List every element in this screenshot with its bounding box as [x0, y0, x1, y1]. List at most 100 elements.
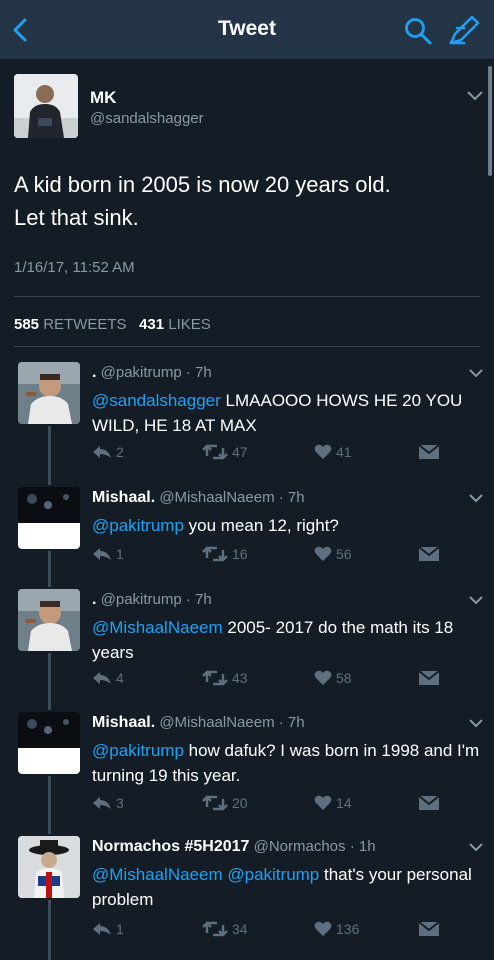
reply-button[interactable]: 3: [92, 795, 124, 811]
reply-count: 4: [116, 670, 124, 686]
dm-icon: [418, 670, 440, 686]
mention-link[interactable]: @MishaalNaeem: [92, 618, 223, 637]
retweet-button[interactable]: 47: [202, 444, 248, 460]
retweet-icon: [202, 546, 228, 562]
compose-icon[interactable]: [448, 14, 482, 46]
thread-line: [48, 900, 51, 960]
dm-button[interactable]: [418, 795, 440, 811]
like-button[interactable]: 41: [314, 444, 352, 460]
reply-icon: [92, 671, 112, 685]
mention-link[interactable]: @sandalshagger: [92, 391, 221, 410]
avatar[interactable]: [18, 362, 80, 424]
like-count: 14: [336, 795, 352, 811]
like-button[interactable]: 58: [314, 670, 352, 686]
reply-text: @MishaalNaeem @pakitrump that's your per…: [92, 862, 484, 912]
reply-button[interactable]: 4: [92, 670, 124, 686]
tweet-text-line: A kid born in 2005 is now 20 years old.: [14, 172, 391, 197]
dm-button[interactable]: [418, 444, 440, 460]
reply-count: 2: [116, 444, 124, 460]
reply-author-name[interactable]: Mishaal.: [92, 714, 155, 731]
reply-count: 1: [116, 546, 124, 562]
tweet-actions: 4 43 58: [92, 670, 442, 692]
search-icon[interactable]: [403, 16, 433, 46]
retweet-button[interactable]: 43: [202, 670, 248, 686]
retweet-icon: [202, 670, 228, 686]
tweet-actions: 3 20 14: [92, 795, 442, 817]
mention-link[interactable]: @pakitrump: [92, 741, 184, 760]
reply-header: Mishaal. @MishaalNaeem · 7h: [92, 714, 305, 732]
reply-button[interactable]: 1: [92, 921, 124, 937]
reply-text: @pakitrump you mean 12, right?: [92, 513, 484, 538]
reply-author-name[interactable]: Normachos #5H2017: [92, 838, 249, 855]
reply-time: · 7h: [278, 489, 305, 506]
reply-author-name[interactable]: .: [92, 591, 96, 608]
tweet-actions: 1 34 136: [92, 921, 442, 943]
reply-author-handle[interactable]: @MishaalNaeem: [159, 714, 274, 731]
like-count: 136: [336, 921, 360, 937]
dm-button[interactable]: [418, 670, 440, 686]
reply-button[interactable]: 1: [92, 546, 124, 562]
dm-button[interactable]: [418, 546, 440, 562]
thread-line: [48, 551, 51, 587]
reply-author-handle[interactable]: @Normachos: [254, 838, 346, 855]
retweet-count: 20: [232, 795, 248, 811]
avatar[interactable]: [18, 589, 80, 651]
retweet-count: 47: [232, 444, 248, 460]
chevron-down-icon[interactable]: [468, 493, 484, 503]
avatar[interactable]: [14, 74, 78, 138]
retweet-button[interactable]: 34: [202, 921, 248, 937]
scrollbar[interactable]: [488, 66, 492, 176]
divider: [14, 296, 480, 297]
mention-link[interactable]: @pakitrump: [92, 516, 184, 535]
chevron-down-icon[interactable]: [468, 595, 484, 605]
tweet-text-line: Let that sink.: [14, 205, 139, 230]
retweets-stat[interactable]: 585 RETWEETS: [14, 316, 127, 333]
retweet-button[interactable]: 16: [202, 546, 248, 562]
like-count: 58: [336, 670, 352, 686]
tweet-stats: 585 RETWEETS 431 LIKES: [14, 316, 211, 333]
dm-button[interactable]: [418, 921, 440, 937]
reply-author-handle[interactable]: @pakitrump: [101, 364, 182, 381]
reply-author-handle[interactable]: @pakitrump: [101, 591, 182, 608]
avatar[interactable]: [18, 712, 80, 774]
retweet-count: 43: [232, 670, 248, 686]
reply-author-name[interactable]: .: [92, 364, 96, 381]
heart-icon: [314, 444, 332, 460]
like-button[interactable]: 14: [314, 795, 352, 811]
divider: [14, 346, 480, 347]
reply-header: . @pakitrump · 7h: [92, 364, 212, 382]
chevron-down-icon[interactable]: [466, 90, 484, 102]
reply-text: @MishaalNaeem 2005- 2017 do the math its…: [92, 615, 484, 665]
retweet-button[interactable]: 20: [202, 795, 248, 811]
reply-header: . @pakitrump · 7h: [92, 591, 212, 609]
retweet-count: 34: [232, 921, 248, 937]
tweet-text: A kid born in 2005 is now 20 years old. …: [14, 168, 484, 234]
chevron-down-icon[interactable]: [468, 842, 484, 852]
retweet-icon: [202, 795, 228, 811]
reply-count: 1: [116, 921, 124, 937]
reply-time: · 7h: [185, 364, 212, 381]
reply-header: Normachos #5H2017 @Normachos · 1h: [92, 838, 376, 856]
author-handle[interactable]: @sandalshagger: [90, 110, 204, 127]
dm-icon: [418, 546, 440, 562]
dm-icon: [418, 444, 440, 460]
reply-header: Mishaal. @MishaalNaeem · 7h: [92, 489, 305, 507]
reply-author-name[interactable]: Mishaal.: [92, 489, 155, 506]
reply-time: · 7h: [278, 714, 305, 731]
reply-count: 3: [116, 795, 124, 811]
likes-stat[interactable]: 431 LIKES: [139, 316, 211, 333]
like-button[interactable]: 56: [314, 546, 352, 562]
heart-icon: [314, 670, 332, 686]
like-button[interactable]: 136: [314, 921, 359, 937]
mention-link[interactable]: @MishaalNaeem @pakitrump: [92, 865, 319, 884]
tweet-actions: 1 16 56: [92, 546, 442, 568]
chevron-down-icon[interactable]: [468, 718, 484, 728]
reply-author-handle[interactable]: @MishaalNaeem: [159, 489, 274, 506]
author-name[interactable]: MK: [90, 88, 116, 108]
avatar[interactable]: [18, 836, 80, 898]
reply-text: @sandalshagger LMAAOOO HOWS HE 20 YOU WI…: [92, 388, 484, 438]
heart-icon: [314, 795, 332, 811]
chevron-down-icon[interactable]: [468, 368, 484, 378]
reply-button[interactable]: 2: [92, 444, 124, 460]
avatar[interactable]: [18, 487, 80, 549]
